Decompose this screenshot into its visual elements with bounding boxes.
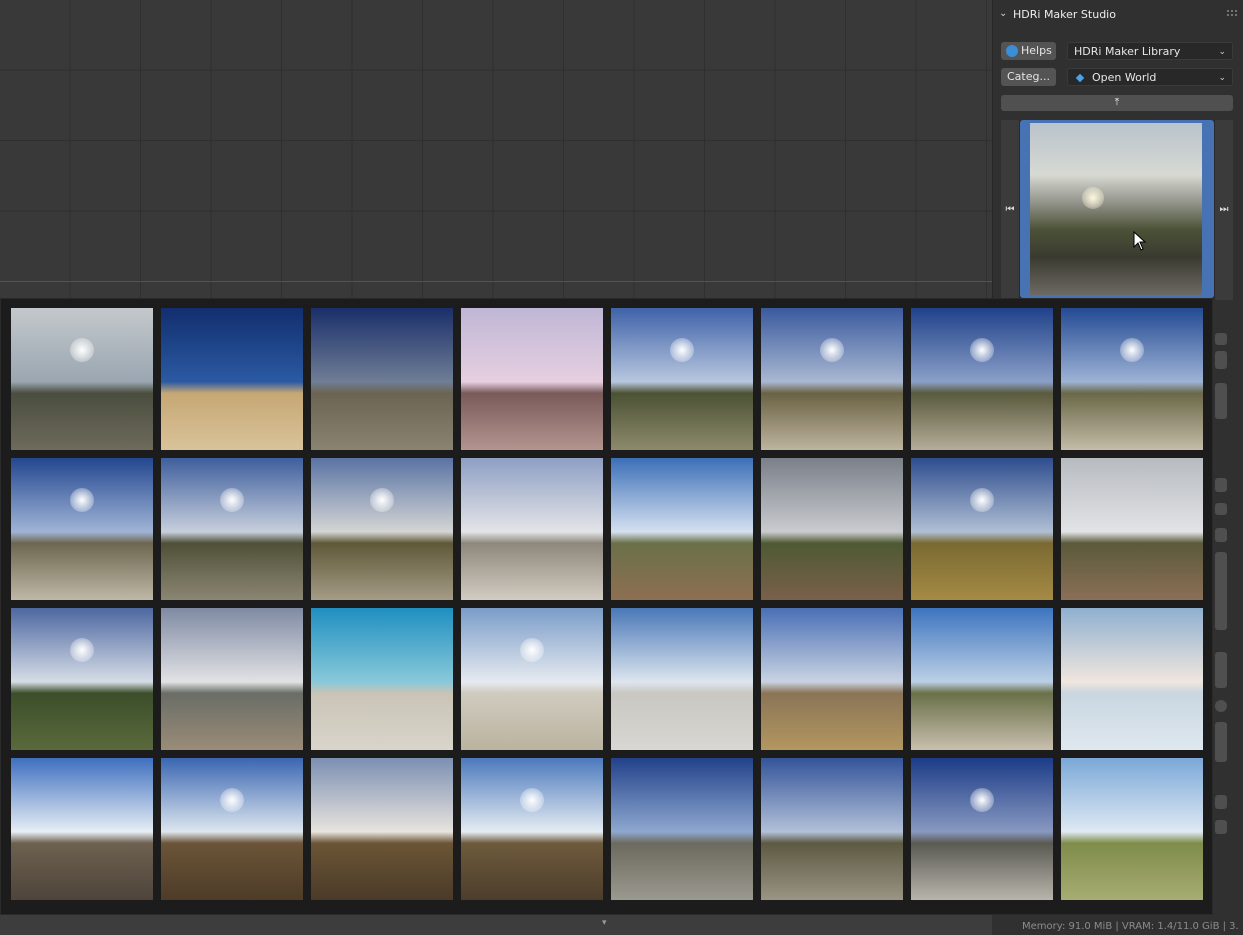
sun-glow <box>70 638 94 662</box>
info-icon[interactable] <box>1215 333 1227 345</box>
hdri-thumbnail[interactable] <box>1061 308 1203 450</box>
sun-glow <box>1120 338 1144 362</box>
hdri-thumbnail[interactable] <box>911 608 1053 750</box>
sun-glow <box>970 788 994 812</box>
hdri-thumbnail[interactable] <box>311 458 453 600</box>
sun-glow <box>670 338 694 362</box>
library-select[interactable]: HDRi Maker Library ⌄ <box>1067 42 1233 60</box>
scroll-down-icon[interactable]: ▾ <box>602 918 607 928</box>
category-icon <box>1075 73 1085 83</box>
field-stub[interactable] <box>1215 552 1227 630</box>
arrow-up-to-top-icon: ⤒ <box>1114 97 1120 108</box>
hdri-thumbnail[interactable] <box>161 758 303 900</box>
dropdown-stub[interactable] <box>1215 795 1227 809</box>
hdri-thumbnail[interactable] <box>461 758 603 900</box>
hdri-thumbnail-popup <box>0 298 1213 915</box>
sun-glow <box>70 338 94 362</box>
collapse-preview-button[interactable]: ⤒ <box>1001 95 1233 111</box>
hdri-thumbnail[interactable] <box>311 308 453 450</box>
field-stub[interactable] <box>1215 478 1227 492</box>
hdri-thumbnail[interactable] <box>611 308 753 450</box>
hdri-thumbnail[interactable] <box>761 458 903 600</box>
hdri-thumbnail[interactable] <box>461 458 603 600</box>
hdri-thumbnail[interactable] <box>161 458 303 600</box>
hdri-thumbnail[interactable] <box>461 308 603 450</box>
memory-status: Memory: 91.0 MiB | VRAM: 1.4/11.0 GiB | … <box>1022 921 1239 932</box>
panel-title: HDRi Maker Studio <box>1013 8 1116 21</box>
sun-glow <box>520 638 544 662</box>
hdri-preview-image[interactable] <box>1030 123 1202 295</box>
library-select-value: HDRi Maker Library <box>1074 45 1181 58</box>
hdri-thumbnail[interactable] <box>461 608 603 750</box>
x-axis-line <box>0 281 992 282</box>
helps-label: Helps <box>1021 44 1052 57</box>
hdri-thumbnail[interactable] <box>11 758 153 900</box>
hdri-thumbnail[interactable] <box>761 308 903 450</box>
sun-glow <box>220 488 244 512</box>
hdri-thumbnail[interactable] <box>761 758 903 900</box>
hdri-thumbnail[interactable] <box>611 608 753 750</box>
drag-grip-icon[interactable] <box>1226 9 1238 17</box>
hdri-thumbnail[interactable] <box>611 458 753 600</box>
sun-glow <box>1082 187 1104 209</box>
field-stub[interactable] <box>1215 383 1227 419</box>
sun-glow <box>970 338 994 362</box>
sun-glow <box>820 338 844 362</box>
hdri-thumbnail[interactable] <box>611 758 753 900</box>
hdri-thumbnail[interactable] <box>911 458 1053 600</box>
field-stub[interactable] <box>1215 351 1227 369</box>
hdri-thumbnail[interactable] <box>1061 458 1203 600</box>
helps-button[interactable]: Helps <box>1001 42 1056 60</box>
preview-area: ⏮ ⏭ <box>1001 120 1233 300</box>
hdri-thumbnail[interactable] <box>161 608 303 750</box>
skip-next-icon: ⏭ <box>1219 204 1229 215</box>
field-stub[interactable] <box>1215 528 1227 542</box>
field-stub[interactable] <box>1215 652 1227 688</box>
next-hdri-button[interactable]: ⏭ <box>1215 120 1233 300</box>
hdri-thumbnail[interactable] <box>161 308 303 450</box>
sun-glow <box>520 788 544 812</box>
hdri-thumbnail[interactable] <box>911 758 1053 900</box>
mouse-cursor-icon <box>1133 231 1147 251</box>
hdri-thumbnail[interactable] <box>11 308 153 450</box>
3d-viewport[interactable] <box>0 0 992 300</box>
hdri-thumbnail[interactable] <box>11 458 153 600</box>
info-icon[interactable] <box>1215 503 1227 515</box>
sun-glow <box>220 788 244 812</box>
category-select[interactable]: Open World ⌄ <box>1067 68 1233 86</box>
hdri-thumbnail[interactable] <box>311 758 453 900</box>
hdri-thumbnail[interactable] <box>761 608 903 750</box>
hdri-thumbnail[interactable] <box>311 608 453 750</box>
panel-header[interactable]: ⌄ HDRi Maker Studio <box>993 4 1243 26</box>
skip-previous-icon: ⏮ <box>1005 204 1015 215</box>
hdri-thumbnail[interactable] <box>911 308 1053 450</box>
helps-icon <box>1006 45 1018 57</box>
chevron-down-icon: ⌄ <box>1218 73 1226 83</box>
hdri-thumbnail[interactable] <box>1061 608 1203 750</box>
category-label: Categ... <box>1007 70 1050 83</box>
chevron-down-icon[interactable]: ⌄ <box>999 8 1007 19</box>
field-stub[interactable] <box>1215 820 1227 834</box>
sun-glow <box>70 488 94 512</box>
hdri-thumbnail[interactable] <box>11 608 153 750</box>
category-button[interactable]: Categ... <box>1001 68 1056 86</box>
hdri-thumbnail[interactable] <box>1061 758 1203 900</box>
category-select-value: Open World <box>1092 71 1157 84</box>
previous-hdri-button[interactable]: ⏮ <box>1001 120 1019 300</box>
sun-glow <box>970 488 994 512</box>
help-icon[interactable] <box>1215 700 1227 712</box>
field-stub[interactable] <box>1215 722 1227 762</box>
chevron-down-icon: ⌄ <box>1218 47 1226 57</box>
sun-glow <box>370 488 394 512</box>
preview-selection-frame[interactable] <box>1020 120 1214 298</box>
